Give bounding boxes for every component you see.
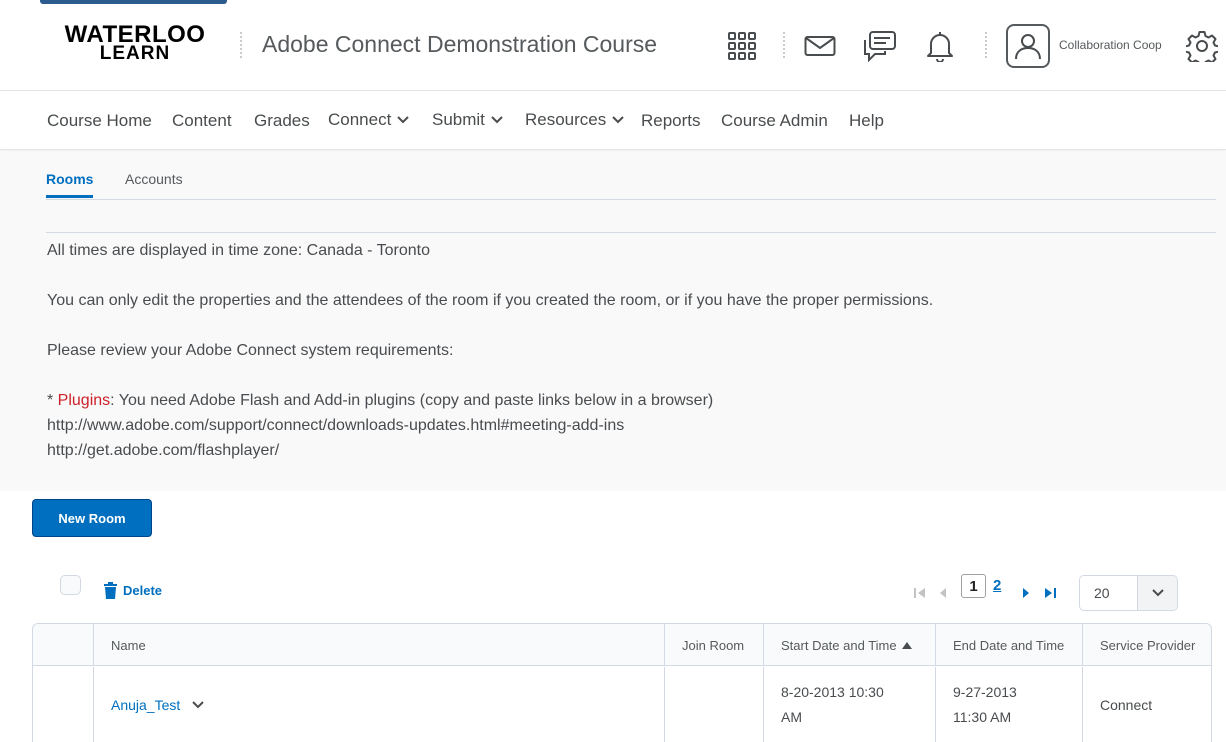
nav-label: Course Home bbox=[47, 111, 152, 130]
start-date-line2: AM bbox=[781, 709, 802, 725]
rooms-table: Name Join Room Start Date and Time End D… bbox=[32, 623, 1212, 742]
header-separator bbox=[240, 32, 242, 58]
end-date-line2: 11:30 AM bbox=[953, 709, 1012, 725]
new-room-button[interactable]: New Room bbox=[32, 499, 152, 537]
grid-icon[interactable] bbox=[722, 26, 762, 66]
previous-page-icon[interactable] bbox=[938, 587, 948, 599]
start-date-cell: 8-20-2013 10:30 AM bbox=[763, 667, 935, 742]
plugins-label: Plugins bbox=[57, 392, 111, 409]
top-header: WATERLOO LEARN Adobe Connect Demonstrati… bbox=[0, 0, 1226, 91]
user-icon[interactable] bbox=[1006, 24, 1050, 68]
table-row: Anuja_Test 8-20-2013 10:30 AM 9-27-2013 … bbox=[33, 667, 1211, 742]
header-separator bbox=[783, 32, 785, 58]
nav-course-admin[interactable]: Course Admin bbox=[721, 111, 828, 131]
join-room-cell bbox=[664, 667, 763, 742]
next-page-icon[interactable] bbox=[1021, 587, 1031, 599]
header-separator bbox=[985, 32, 987, 58]
plugin-link-flash: http://get.adobe.com/flashplayer/ bbox=[47, 442, 280, 459]
column-start-date[interactable]: Start Date and Time bbox=[763, 624, 935, 666]
mail-icon[interactable] bbox=[800, 26, 840, 66]
bell-icon[interactable] bbox=[920, 26, 960, 66]
course-title[interactable]: Adobe Connect Demonstration Course bbox=[262, 31, 657, 58]
nav-label: Course Admin bbox=[721, 111, 828, 130]
chevron-down-icon bbox=[612, 116, 624, 124]
nav-submit[interactable]: Submit bbox=[432, 110, 503, 130]
page-1[interactable]: 1 bbox=[961, 574, 986, 598]
page-2-link[interactable]: 2 bbox=[993, 577, 1001, 594]
nav-resources[interactable]: Resources bbox=[525, 110, 624, 130]
row-select-cell bbox=[33, 667, 93, 742]
sort-ascending-icon bbox=[901, 641, 912, 649]
page-size-value: 20 bbox=[1094, 585, 1110, 601]
nav-label: Resources bbox=[525, 110, 607, 129]
logo-line-1: WATERLOO bbox=[64, 21, 206, 48]
nav-label: Connect bbox=[328, 110, 392, 129]
delete-button[interactable]: Delete bbox=[104, 582, 162, 599]
header-select-cell bbox=[33, 624, 93, 666]
room-name-link[interactable]: Anuja_Test bbox=[111, 693, 180, 718]
plugin-link-addin: http://www.adobe.com/support/connect/dow… bbox=[47, 417, 625, 434]
divider bbox=[46, 232, 1216, 233]
end-date-line1: 9-27-2013 bbox=[953, 684, 1017, 700]
chevron-down-icon[interactable] bbox=[192, 701, 204, 709]
select-all-checkbox[interactable] bbox=[60, 575, 81, 595]
chevron-down-icon bbox=[1151, 589, 1164, 597]
nav-content[interactable]: Content bbox=[172, 111, 232, 131]
end-date-cell: 9-27-2013 11:30 AM bbox=[935, 667, 1082, 742]
column-end-date[interactable]: End Date and Time bbox=[935, 624, 1082, 666]
chevron-down-icon bbox=[491, 116, 503, 124]
plugins-prefix: * bbox=[47, 392, 58, 409]
nav-label: Reports bbox=[641, 111, 701, 130]
waterloo-learn-logo[interactable]: WATERLOO LEARN bbox=[60, 21, 210, 64]
nav-label: Content bbox=[172, 111, 232, 130]
table-header: Name Join Room Start Date and Time End D… bbox=[33, 624, 1211, 666]
start-date-line1: 8-20-2013 10:30 bbox=[781, 684, 884, 700]
user-name[interactable]: Collaboration Coop bbox=[1059, 38, 1162, 52]
plugins-description: : You need Adobe Flash and Add-in plugin… bbox=[110, 392, 714, 409]
room-tabs: Rooms Accounts bbox=[46, 171, 1216, 200]
column-join-room: Join Room bbox=[664, 624, 763, 666]
info-panel bbox=[0, 151, 1226, 491]
first-page-icon[interactable] bbox=[913, 587, 927, 599]
nav-reports[interactable]: Reports bbox=[641, 111, 701, 131]
tab-accounts[interactable]: Accounts bbox=[125, 171, 183, 195]
nav-label: Submit bbox=[432, 110, 485, 129]
nav-label: Grades bbox=[254, 111, 310, 130]
chevron-down-icon bbox=[397, 116, 410, 124]
last-page-icon[interactable] bbox=[1043, 587, 1057, 599]
gear-icon[interactable] bbox=[1182, 26, 1222, 66]
trash-icon bbox=[104, 582, 117, 599]
page-size-select[interactable]: 20 bbox=[1079, 575, 1178, 611]
plugins-text: * Plugins: You need Adobe Flash and Add-… bbox=[47, 392, 713, 410]
nav-label: Help bbox=[849, 111, 884, 130]
room-name-cell: Anuja_Test bbox=[93, 667, 664, 742]
permissions-text: You can only edit the properties and the… bbox=[47, 292, 934, 309]
chat-icon[interactable] bbox=[860, 26, 900, 66]
accent-strip bbox=[40, 0, 227, 4]
nav-help[interactable]: Help bbox=[849, 111, 884, 131]
column-service-provider[interactable]: Service Provider bbox=[1082, 624, 1211, 666]
tab-rooms[interactable]: Rooms bbox=[46, 171, 94, 198]
nav-grades[interactable]: Grades bbox=[254, 111, 310, 131]
service-provider-cell: Connect bbox=[1082, 667, 1211, 742]
page-size-toggle[interactable] bbox=[1137, 576, 1177, 610]
column-name[interactable]: Name bbox=[93, 624, 664, 666]
timezone-text: All times are displayed in time zone: Ca… bbox=[47, 242, 431, 259]
delete-label: Delete bbox=[123, 583, 163, 598]
course-navbar: Course Home Content Grades Connect Submi… bbox=[0, 92, 1226, 150]
requirements-text: Please review your Adobe Connect system … bbox=[47, 342, 454, 359]
nav-course-home[interactable]: Course Home bbox=[47, 111, 152, 131]
nav-connect[interactable]: Connect bbox=[328, 110, 410, 130]
column-start-date-label: Start Date and Time bbox=[781, 637, 897, 653]
